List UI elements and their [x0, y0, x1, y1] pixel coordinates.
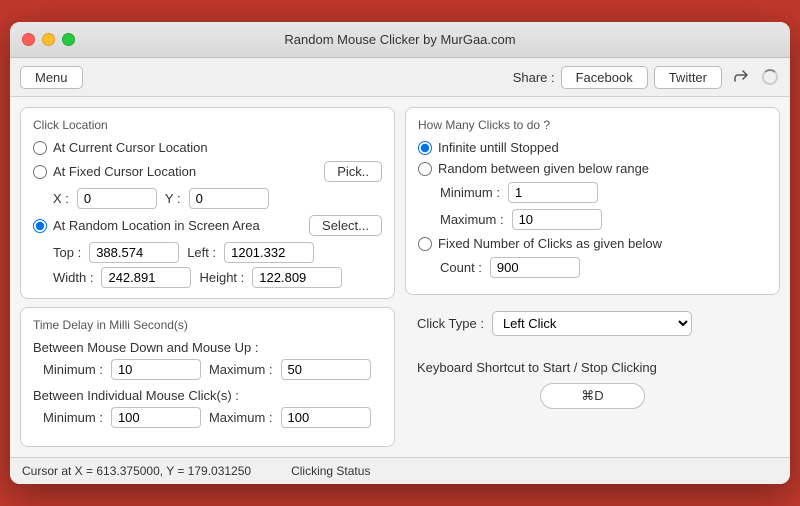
count-label: Count : [440, 260, 482, 275]
minimize-button[interactable] [42, 33, 55, 46]
titlebar: Random Mouse Clicker by MurGaa.com [10, 22, 790, 58]
maximum-input[interactable] [512, 209, 602, 230]
screen-area-inputs: Top : Left : Width : Height : [53, 242, 382, 288]
click-location-section: Click Location At Current Cursor Locatio… [20, 107, 395, 299]
top-input[interactable] [89, 242, 179, 263]
menu-button[interactable]: Menu [20, 66, 83, 89]
traffic-lights [22, 33, 75, 46]
share-label: Share : [513, 70, 555, 85]
time-delay-title: Time Delay in Milli Second(s) [33, 318, 382, 332]
max-label-1: Maximum : [209, 362, 273, 377]
shortcut-title: Keyboard Shortcut to Start / Stop Clicki… [417, 360, 768, 375]
x-input[interactable] [77, 188, 157, 209]
random-range-radio[interactable] [418, 162, 432, 176]
x-label: X : [53, 191, 69, 206]
time-delay-section: Time Delay in Milli Second(s) Between Mo… [20, 307, 395, 447]
max-input-2[interactable] [281, 407, 371, 428]
minimum-row: Minimum : [440, 182, 767, 203]
infinite-label: Infinite untill Stopped [438, 140, 559, 155]
min-label-1: Minimum : [43, 362, 103, 377]
fixed-cursor-row: At Fixed Cursor Location Pick.. [33, 161, 382, 182]
y-label: Y : [165, 191, 181, 206]
mouse-down-up-group: Between Mouse Down and Mouse Up : Minimu… [33, 340, 382, 380]
toolbar: Menu Share : Facebook Twitter [10, 58, 790, 97]
click-type-select[interactable]: Left Click Right Click Double Click Midd… [492, 311, 692, 336]
main-window: Random Mouse Clicker by MurGaa.com Menu … [10, 22, 790, 484]
click-type-label: Click Type : [417, 316, 484, 331]
click-location-title: Click Location [33, 118, 382, 132]
fixed-cursor-radio[interactable] [33, 165, 47, 179]
count-input[interactable] [490, 257, 580, 278]
current-cursor-radio[interactable] [33, 141, 47, 155]
share-area: Share : Facebook Twitter [513, 64, 780, 90]
how-many-clicks-title: How Many Clicks to do ? [418, 118, 767, 132]
shortcut-key-wrapper: ⌘D [417, 383, 768, 409]
random-location-row: At Random Location in Screen Area Select… [33, 215, 382, 236]
infinite-radio[interactable] [418, 141, 432, 155]
random-area-radio-row: At Random Location in Screen Area [33, 218, 309, 233]
select-button[interactable]: Select... [309, 215, 382, 236]
share-icon[interactable] [728, 64, 754, 90]
height-label: Height : [199, 270, 244, 285]
loading-icon [760, 67, 780, 87]
facebook-button[interactable]: Facebook [561, 66, 648, 89]
fixed-cursor-label: At Fixed Cursor Location [53, 164, 196, 179]
close-button[interactable] [22, 33, 35, 46]
y-input[interactable] [189, 188, 269, 209]
shortcut-key[interactable]: ⌘D [540, 383, 644, 409]
min-input-1[interactable] [111, 359, 201, 380]
width-input[interactable] [101, 267, 191, 288]
infinite-radio-row: Infinite untill Stopped [418, 140, 767, 155]
top-label: Top : [53, 245, 81, 260]
fixed-number-radio[interactable] [418, 237, 432, 251]
xy-row: X : Y : [53, 188, 382, 209]
shortcut-section: Keyboard Shortcut to Start / Stop Clicki… [405, 352, 780, 417]
mouse-down-up-inputs: Minimum : Maximum : [43, 359, 382, 380]
random-area-radio[interactable] [33, 219, 47, 233]
min-label-2: Minimum : [43, 410, 103, 425]
width-height-row: Width : Height : [53, 267, 382, 288]
window-title: Random Mouse Clicker by MurGaa.com [284, 32, 515, 47]
cursor-status: Cursor at X = 613.375000, Y = 179.031250 [22, 464, 251, 478]
right-panel: How Many Clicks to do ? Infinite untill … [405, 107, 780, 447]
left-label: Left : [187, 245, 216, 260]
mouse-down-up-label: Between Mouse Down and Mouse Up : [33, 340, 382, 355]
main-content: Click Location At Current Cursor Locatio… [10, 97, 790, 457]
maximum-label: Maximum : [440, 212, 504, 227]
minimum-input[interactable] [508, 182, 598, 203]
min-input-2[interactable] [111, 407, 201, 428]
twitter-button[interactable]: Twitter [654, 66, 722, 89]
individual-click-label: Between Individual Mouse Click(s) : [33, 388, 382, 403]
top-left-row: Top : Left : [53, 242, 382, 263]
max-input-1[interactable] [281, 359, 371, 380]
individual-click-group: Between Individual Mouse Click(s) : Mini… [33, 388, 382, 428]
minimum-label: Minimum : [440, 185, 500, 200]
random-range-radio-row: Random between given below range [418, 161, 767, 176]
maximum-row: Maximum : [440, 209, 767, 230]
random-range-label: Random between given below range [438, 161, 649, 176]
random-area-label: At Random Location in Screen Area [53, 218, 260, 233]
how-many-clicks-section: How Many Clicks to do ? Infinite untill … [405, 107, 780, 295]
count-row: Count : [440, 257, 767, 278]
cursor-location-radio-row: At Current Cursor Location [33, 140, 382, 155]
individual-click-inputs: Minimum : Maximum : [43, 407, 382, 428]
fixed-number-radio-row: Fixed Number of Clicks as given below [418, 236, 767, 251]
clicking-status: Clicking Status [291, 464, 370, 478]
max-label-2: Maximum : [209, 410, 273, 425]
left-input[interactable] [224, 242, 314, 263]
height-input[interactable] [252, 267, 342, 288]
maximize-button[interactable] [62, 33, 75, 46]
current-cursor-label: At Current Cursor Location [53, 140, 208, 155]
fixed-number-label: Fixed Number of Clicks as given below [438, 236, 662, 251]
width-label: Width : [53, 270, 93, 285]
statusbar: Cursor at X = 613.375000, Y = 179.031250… [10, 457, 790, 484]
pick-button[interactable]: Pick.. [324, 161, 382, 182]
click-type-row: Click Type : Left Click Right Click Doub… [405, 303, 780, 344]
fixed-cursor-radio-row: At Fixed Cursor Location [33, 164, 324, 179]
left-panel: Click Location At Current Cursor Locatio… [20, 107, 395, 447]
